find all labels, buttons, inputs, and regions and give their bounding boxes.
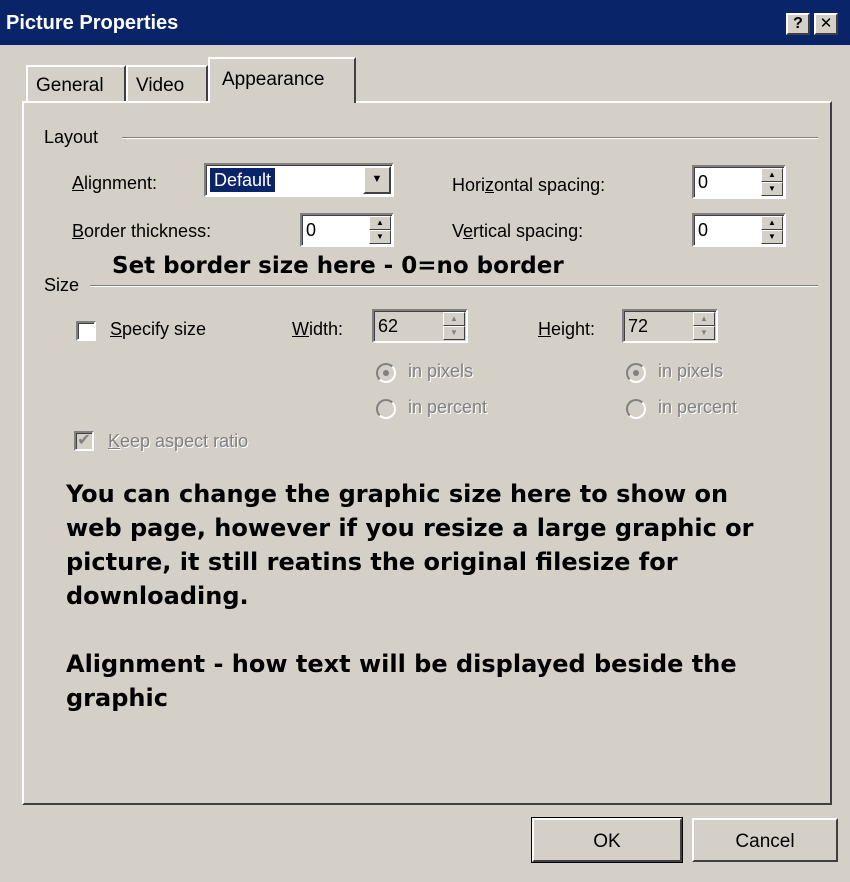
horizontal-spacing-label: Horizontal spacing: xyxy=(452,175,606,195)
spin-up-icon[interactable]: ▲ xyxy=(761,216,783,230)
height-in-pixels-radio[interactable] xyxy=(626,363,646,383)
height-in-percent-label: in percent xyxy=(658,397,738,417)
tab-general[interactable]: General xyxy=(26,65,126,101)
border-thickness-value: 0 xyxy=(306,220,317,240)
spin-up-icon[interactable]: ▲ xyxy=(693,312,715,326)
window-title: Picture Properties xyxy=(6,12,179,34)
height-stepper[interactable]: 72 ▲ ▼ xyxy=(622,309,718,343)
cancel-button[interactable]: Cancel xyxy=(692,818,838,862)
close-icon: ✕ xyxy=(819,15,833,32)
spin-down-icon[interactable]: ▼ xyxy=(443,326,465,340)
alignment-annotation: Alignment - how text will be displayed b… xyxy=(66,650,737,712)
vertical-spacing-stepper[interactable]: 0 ▲ ▼ xyxy=(692,213,786,247)
close-button[interactable]: ✕ xyxy=(814,13,838,35)
spin-down-icon[interactable]: ▼ xyxy=(761,230,783,244)
spin-down-icon[interactable]: ▼ xyxy=(761,182,783,196)
keep-aspect-label: Keep aspect ratio xyxy=(108,431,249,451)
size-group-divider xyxy=(90,285,818,287)
keep-aspect-checkbox[interactable]: ✔ xyxy=(74,431,94,451)
height-in-percent-radio[interactable] xyxy=(626,399,646,419)
border-thickness-stepper[interactable]: 0 ▲ ▼ xyxy=(300,213,394,247)
spin-down-icon[interactable]: ▼ xyxy=(369,230,391,244)
width-label: Width: xyxy=(292,319,344,339)
spin-up-icon[interactable]: ▲ xyxy=(369,216,391,230)
width-spin[interactable]: ▲ ▼ xyxy=(443,312,465,340)
spin-down-icon[interactable]: ▼ xyxy=(693,326,715,340)
vertical-spacing-spin[interactable]: ▲ ▼ xyxy=(761,216,783,244)
tab-label: General xyxy=(36,75,104,96)
tab-video[interactable]: Video xyxy=(126,65,208,101)
checkmark-icon: ✔ xyxy=(77,432,91,449)
title-bar: Picture Properties ? ✕ xyxy=(0,0,850,45)
spin-up-icon[interactable]: ▲ xyxy=(443,312,465,326)
height-spin[interactable]: ▲ ▼ xyxy=(693,312,715,340)
vertical-spacing-value: 0 xyxy=(698,220,709,240)
height-value: 72 xyxy=(628,316,649,336)
help-icon: ? xyxy=(793,15,803,32)
horizontal-spacing-value: 0 xyxy=(698,172,709,192)
layout-group-divider xyxy=(122,137,818,139)
chevron-down-icon[interactable]: ▼ xyxy=(363,166,391,194)
height-in-pixels-label: in pixels xyxy=(658,361,724,381)
help-button[interactable]: ? xyxy=(786,13,810,35)
horizontal-spacing-stepper[interactable]: 0 ▲ ▼ xyxy=(692,165,786,199)
width-in-pixels-radio[interactable] xyxy=(376,363,396,383)
width-in-percent-radio[interactable] xyxy=(376,399,396,419)
size-group-label: Size xyxy=(44,275,80,295)
width-value: 62 xyxy=(378,316,399,336)
alignment-label: Alignment: xyxy=(72,173,158,193)
specify-size-label: Specify size xyxy=(110,319,207,339)
tab-appearance[interactable]: Appearance xyxy=(208,57,356,103)
tab-label: Video xyxy=(136,75,185,96)
vertical-spacing-label: Vertical spacing: xyxy=(452,221,584,241)
width-in-percent-label: in percent xyxy=(408,397,488,417)
width-in-pixels-label: in pixels xyxy=(408,361,474,381)
horizontal-spacing-spin[interactable]: ▲ ▼ xyxy=(761,168,783,196)
tab-panel-appearance: Layout Alignment: Default ▼ Horizontal s… xyxy=(22,101,832,805)
border-thickness-spin[interactable]: ▲ ▼ xyxy=(369,216,391,244)
border-thickness-label: Border thickness: xyxy=(72,221,212,241)
alignment-selected-value: Default xyxy=(208,167,277,193)
size-annotation: You can change the graphic size here to … xyxy=(66,480,754,610)
specify-size-checkbox[interactable] xyxy=(76,321,96,341)
border-size-annotation: Set border size here - 0=no border xyxy=(112,253,564,279)
spin-up-icon[interactable]: ▲ xyxy=(761,168,783,182)
tab-label: Appearance xyxy=(222,69,325,90)
height-label: Height: xyxy=(538,319,596,339)
width-stepper[interactable]: 62 ▲ ▼ xyxy=(372,309,468,343)
ok-button[interactable]: OK xyxy=(531,817,683,863)
layout-group-label: Layout xyxy=(44,127,99,147)
alignment-dropdown[interactable]: Default ▼ xyxy=(204,163,394,197)
